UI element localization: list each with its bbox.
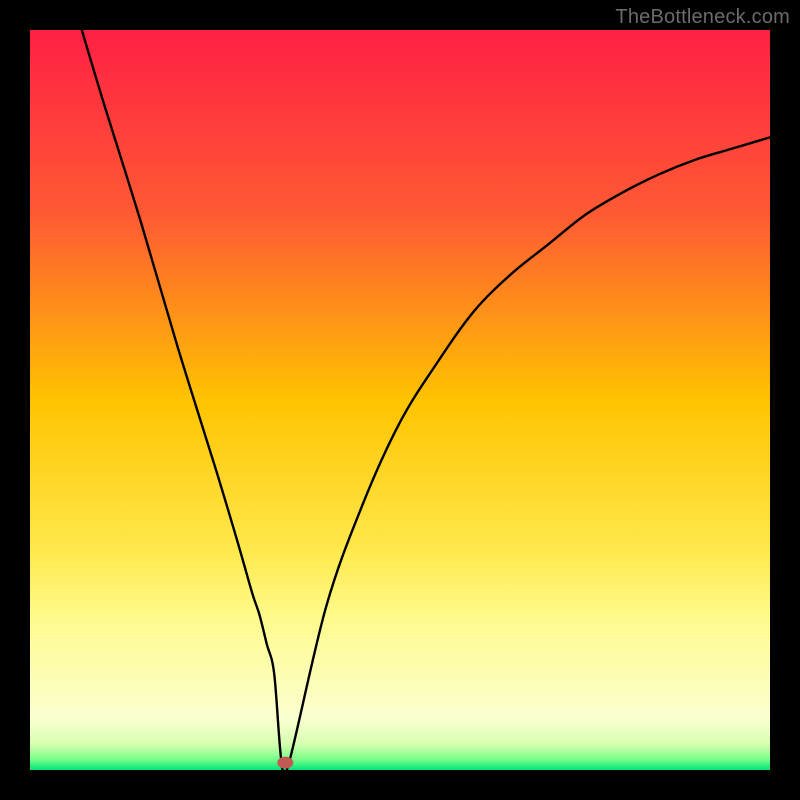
- watermark-text: TheBottleneck.com: [615, 6, 790, 29]
- chart-frame: TheBottleneck.com: [0, 0, 800, 800]
- gradient-background: [30, 30, 770, 770]
- chart-svg: [30, 30, 770, 770]
- plot-area: [30, 30, 770, 770]
- optimum-marker: [277, 757, 293, 769]
